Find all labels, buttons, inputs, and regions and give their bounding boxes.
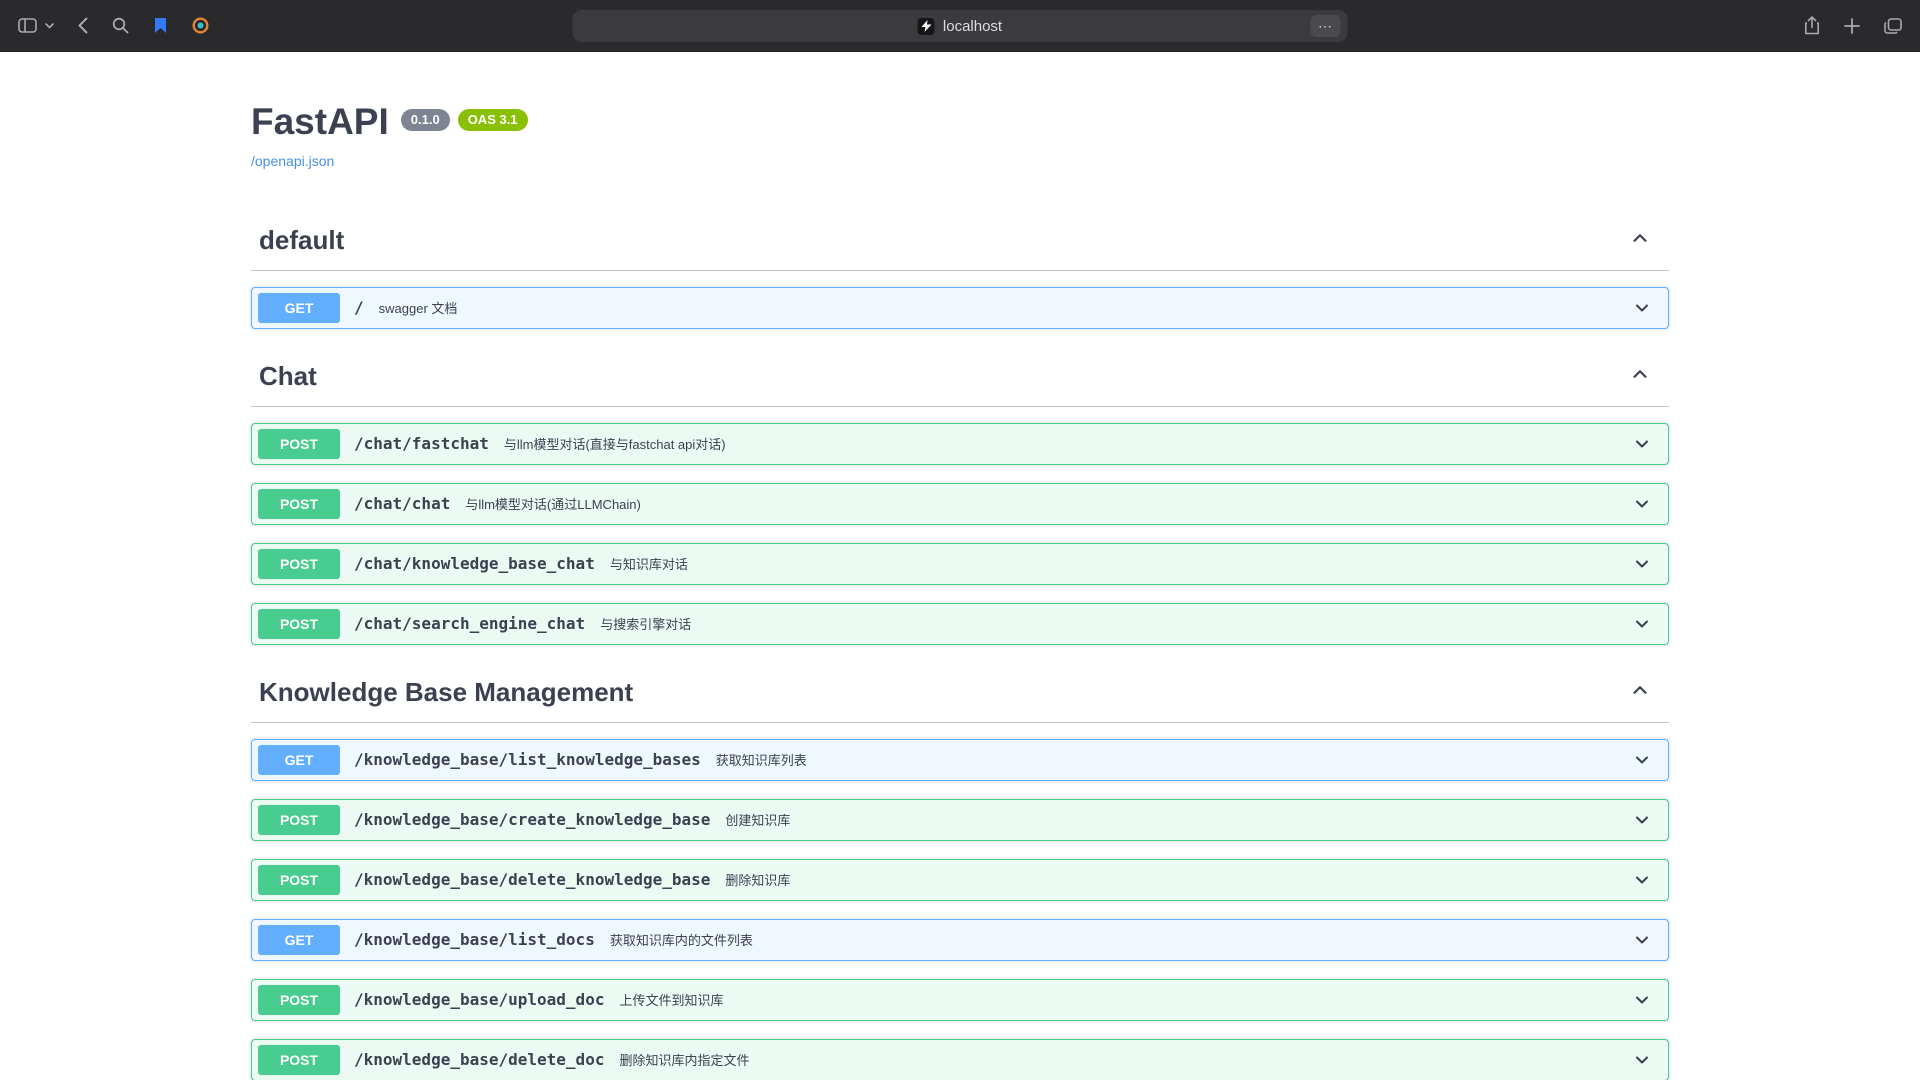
chevron-down-icon[interactable] [1632, 870, 1652, 890]
operation-row[interactable]: POST /chat/search_engine_chat 与搜索引擎对话 [251, 603, 1669, 645]
operation-description: 删除知识库内指定文件 [619, 1050, 749, 1069]
method-badge: GET [258, 745, 340, 775]
method-badge: POST [258, 609, 340, 639]
operation-description: 与搜索引擎对话 [600, 614, 691, 633]
operation-row[interactable]: POST /knowledge_base/delete_doc 删除知识库内指定… [251, 1039, 1669, 1080]
swagger-page: FastAPI 0.1.0 OAS 3.1 /openapi.json defa… [0, 52, 1920, 1080]
extension-ring-icon[interactable] [190, 15, 211, 36]
operation-row[interactable]: POST /knowledge_base/delete_knowledge_ba… [251, 859, 1669, 901]
operation-row[interactable]: GET / swagger 文档 [251, 287, 1669, 329]
section-header[interactable]: default [251, 211, 1669, 271]
section-title: Chat [259, 361, 317, 392]
operation-description: 与llm模型对话(通过LLMChain) [465, 494, 641, 513]
chevron-down-icon[interactable] [1632, 434, 1652, 454]
operation-description: 与llm模型对话(直接与fastchat api对话) [504, 434, 726, 453]
operation-description: 上传文件到知识库 [619, 990, 723, 1009]
chevron-up-icon[interactable] [1629, 363, 1651, 390]
api-info: FastAPI 0.1.0 OAS 3.1 /openapi.json [251, 102, 1669, 171]
tab-overview-icon[interactable] [1882, 16, 1904, 36]
chevron-down-icon[interactable] [1632, 990, 1652, 1010]
openapi-spec-link[interactable]: /openapi.json [251, 153, 334, 169]
chevron-down-icon[interactable] [1632, 810, 1652, 830]
operation-row[interactable]: GET /knowledge_base/list_docs 获取知识库内的文件列… [251, 919, 1669, 961]
operation-description: 获取知识库内的文件列表 [610, 930, 753, 949]
chevron-down-icon[interactable] [1632, 614, 1652, 634]
search-icon[interactable] [110, 15, 131, 36]
share-icon[interactable] [1802, 14, 1822, 37]
operation-row[interactable]: GET /knowledge_base/list_knowledge_bases… [251, 739, 1669, 781]
oas-badge: OAS 3.1 [458, 109, 528, 131]
operation-row[interactable]: POST /chat/chat 与llm模型对话(通过LLMChain) [251, 483, 1669, 525]
chevron-down-icon[interactable] [1632, 750, 1652, 770]
operation-description: 获取知识库列表 [716, 750, 807, 769]
version-badge: 0.1.0 [401, 109, 450, 131]
method-badge: POST [258, 985, 340, 1015]
chevron-up-icon[interactable] [1629, 227, 1651, 254]
operation-row[interactable]: POST /chat/fastchat 与llm模型对话(直接与fastchat… [251, 423, 1669, 465]
operation-row[interactable]: POST /knowledge_base/upload_doc 上传文件到知识库 [251, 979, 1669, 1021]
operation-description: 创建知识库 [725, 810, 790, 829]
sidebar-toggle-icon[interactable] [16, 16, 39, 35]
new-tab-icon[interactable] [1842, 16, 1862, 36]
browser-toolbar: localhost ⋯ [0, 0, 1920, 52]
operation-description: 删除知识库 [725, 870, 790, 889]
operation-path: /chat/search_engine_chat [354, 614, 585, 633]
section-chat: Chat POST /chat/fastchat 与llm模型对话(直接与fas… [251, 347, 1669, 645]
operation-path: /knowledge_base/list_docs [354, 930, 595, 949]
url-text: localhost [943, 18, 1002, 35]
operation-path: / [354, 298, 364, 317]
chevron-down-icon[interactable] [1632, 298, 1652, 318]
back-icon[interactable] [76, 15, 90, 36]
operation-path: /knowledge_base/delete_knowledge_base [354, 870, 710, 889]
method-badge: POST [258, 549, 340, 579]
section-header[interactable]: Knowledge Base Management [251, 663, 1669, 723]
page-title: FastAPI [251, 102, 389, 143]
chevron-down-icon[interactable] [1632, 1050, 1652, 1070]
method-badge: POST [258, 865, 340, 895]
chevron-down-icon[interactable] [43, 21, 56, 31]
method-badge: POST [258, 429, 340, 459]
section-title: default [259, 225, 344, 256]
chevron-down-icon[interactable] [1632, 930, 1652, 950]
operation-description: swagger 文档 [379, 298, 458, 317]
operation-path: /knowledge_base/upload_doc [354, 990, 604, 1009]
favicon-lightning-icon [918, 18, 935, 35]
operation-path: /chat/fastchat [354, 434, 489, 453]
url-bar[interactable]: localhost ⋯ [573, 10, 1348, 42]
method-badge: GET [258, 293, 340, 323]
method-badge: POST [258, 805, 340, 835]
extension-blue-icon[interactable] [151, 15, 170, 36]
section-title: Knowledge Base Management [259, 677, 633, 708]
operation-path: /chat/knowledge_base_chat [354, 554, 595, 573]
method-badge: POST [258, 489, 340, 519]
chevron-down-icon[interactable] [1632, 494, 1652, 514]
ellipsis-icon[interactable]: ⋯ [1311, 15, 1341, 37]
method-badge: POST [258, 1045, 340, 1075]
section-header[interactable]: Chat [251, 347, 1669, 407]
section-knowledge-base: Knowledge Base Management GET /knowledge… [251, 663, 1669, 1080]
method-badge: GET [258, 925, 340, 955]
section-default: default GET / swagger 文档 [251, 211, 1669, 329]
operation-path: /knowledge_base/list_knowledge_bases [354, 750, 701, 769]
operation-path: /knowledge_base/delete_doc [354, 1050, 604, 1069]
chevron-up-icon[interactable] [1629, 679, 1651, 706]
operation-path: /knowledge_base/create_knowledge_base [354, 810, 710, 829]
operation-description: 与知识库对话 [610, 554, 688, 573]
chevron-down-icon[interactable] [1632, 554, 1652, 574]
operation-path: /chat/chat [354, 494, 450, 513]
operation-row[interactable]: POST /knowledge_base/create_knowledge_ba… [251, 799, 1669, 841]
operation-row[interactable]: POST /chat/knowledge_base_chat 与知识库对话 [251, 543, 1669, 585]
